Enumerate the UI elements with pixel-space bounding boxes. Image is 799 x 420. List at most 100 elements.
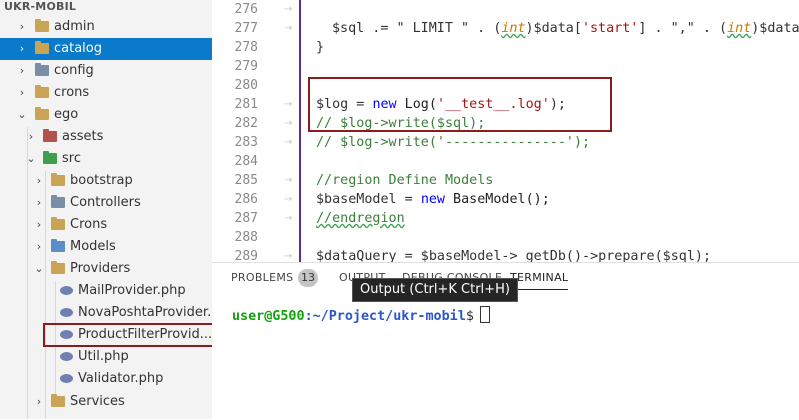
tree-file-util[interactable]: Util.php	[0, 346, 212, 368]
config-folder-icon	[35, 63, 49, 76]
fold-arrow-icon: →	[284, 118, 293, 129]
tree-label: ego	[54, 107, 79, 122]
code-line-287: //endregion	[316, 211, 405, 226]
fold-arrow-icon: →	[284, 137, 293, 148]
php-file-icon	[60, 308, 73, 317]
php-file-icon	[60, 374, 73, 383]
chevron-down-icon: ⌄	[26, 152, 36, 165]
line-number: 288	[234, 230, 258, 245]
line-number: 279	[234, 59, 258, 74]
tab-terminal[interactable]: TERMINAL	[510, 271, 569, 290]
folder-icon	[51, 217, 65, 230]
code-token: $baseModel =	[316, 192, 421, 207]
tree-folder-bootstrap[interactable]: › bootstrap	[0, 170, 212, 192]
chevron-right-icon: ›	[19, 42, 25, 55]
tree-label: NovaPoshtaProvider...	[78, 305, 212, 320]
tree-folder-src[interactable]: ⌄ src	[0, 148, 212, 170]
terminal-user-host: user@G500	[232, 309, 305, 324]
src-folder-icon	[43, 151, 57, 164]
line-number: 280	[234, 78, 258, 93]
region-bar	[299, 0, 301, 262]
chevron-right-icon: ›	[19, 86, 25, 99]
tree-folder-providers[interactable]: ⌄ Providers	[0, 258, 212, 280]
chevron-right-icon: ›	[19, 64, 25, 77]
code-line-286: $baseModel = new BaseModel();	[316, 190, 550, 209]
code-token: int	[727, 21, 752, 36]
tree-label: Util.php	[78, 349, 129, 364]
tree-folder-admin[interactable]: › admin	[0, 16, 212, 38]
tree-folder-crons[interactable]: › crons	[0, 82, 212, 104]
code-token: )$data[	[525, 21, 582, 36]
code-line-283: // $log->write('---------------');	[316, 135, 591, 150]
tree-folder-assets[interactable]: › assets	[0, 126, 212, 148]
code-token: )$data	[751, 21, 799, 36]
tree-label: src	[62, 151, 81, 166]
tree-file-novaposhtaprovider[interactable]: NovaPoshtaProvider...	[0, 302, 212, 324]
explorer-title: UKR-MOBIL	[4, 0, 77, 13]
tree-folder-crons-src[interactable]: › Crons	[0, 214, 212, 236]
chevron-down-icon: ⌄	[17, 108, 27, 121]
tree-file-mailprovider[interactable]: MailProvider.php	[0, 280, 212, 302]
explorer-sidebar: UKR-MOBIL › admin › catalog › config › c…	[0, 0, 212, 419]
terminal-dollar: $	[465, 309, 474, 324]
tree-folder-config[interactable]: › config	[0, 60, 212, 82]
line-number: 282	[234, 116, 258, 131]
code-line-285: //region Define Models	[316, 173, 494, 188]
line-number: 276	[234, 2, 258, 17]
tree-label: MailProvider.php	[78, 283, 186, 298]
code-token: ] . "," . (	[638, 21, 728, 36]
controllers-folder-icon	[51, 195, 65, 208]
tree-folder-ego[interactable]: ⌄ ego	[0, 104, 212, 126]
code-token: 'start'	[581, 21, 639, 36]
folder-open-icon	[51, 261, 65, 274]
line-number: 286	[234, 192, 258, 207]
php-file-icon	[60, 286, 73, 295]
chevron-right-icon: ›	[36, 240, 42, 253]
tree-label: catalog	[54, 41, 102, 56]
tree-label: crons	[54, 85, 90, 100]
tree-label: admin	[54, 19, 95, 34]
tree-label: Models	[70, 239, 116, 254]
code-line-278: }	[316, 40, 325, 55]
terminal-path: :~/Project/ukr-mobil	[304, 309, 466, 324]
folder-open-icon	[35, 107, 49, 120]
chevron-right-icon: ›	[36, 174, 42, 187]
output-tooltip: Output (Ctrl+K Ctrl+H)	[352, 278, 518, 302]
chevron-right-icon: ›	[36, 218, 42, 231]
fold-arrow-icon: →	[284, 4, 293, 15]
chevron-right-icon: ›	[28, 130, 34, 143]
models-folder-icon	[51, 239, 65, 252]
folder-icon	[51, 394, 65, 407]
tree-label: config	[54, 63, 94, 78]
terminal-prompt[interactable]: user@G500:~/Project/ukr-mobil$	[232, 306, 490, 324]
php-file-icon	[60, 352, 73, 361]
chevron-right-icon: ›	[36, 196, 42, 209]
code-token: $sql .= " LIMIT " . (	[332, 21, 502, 36]
tree-label: Crons	[70, 217, 108, 232]
tree-folder-services[interactable]: › Services	[0, 391, 212, 413]
line-number: 283	[234, 135, 258, 150]
tree-file-validator[interactable]: Validator.php	[0, 368, 212, 390]
annotation-highlight-file	[43, 323, 236, 347]
folder-icon	[35, 85, 49, 98]
line-number: 285	[234, 173, 258, 188]
fold-arrow-icon: →	[284, 99, 293, 110]
tree-label: Providers	[70, 261, 131, 276]
tree-folder-catalog[interactable]: › catalog	[0, 38, 212, 60]
code-token: int	[501, 21, 526, 36]
fold-arrow-icon: →	[284, 251, 293, 262]
line-number: 287	[234, 211, 258, 226]
terminal-cursor	[479, 306, 490, 323]
tree-label: Validator.php	[78, 371, 164, 386]
code-line-289: $dataQuery = $baseModel-> getDb()->prepa…	[316, 249, 712, 262]
tree-label: bootstrap	[70, 173, 133, 188]
tree-folder-models[interactable]: › Models	[0, 236, 212, 258]
folder-icon	[51, 173, 65, 186]
folder-icon	[35, 19, 49, 32]
chevron-right-icon: ›	[19, 20, 25, 33]
fold-arrow-icon: →	[284, 194, 293, 205]
tab-problems[interactable]: PROBLEMS	[231, 271, 293, 284]
tree-folder-controllers[interactable]: › Controllers	[0, 192, 212, 214]
line-number: 281	[234, 97, 258, 112]
tree-label: Controllers	[70, 195, 141, 210]
